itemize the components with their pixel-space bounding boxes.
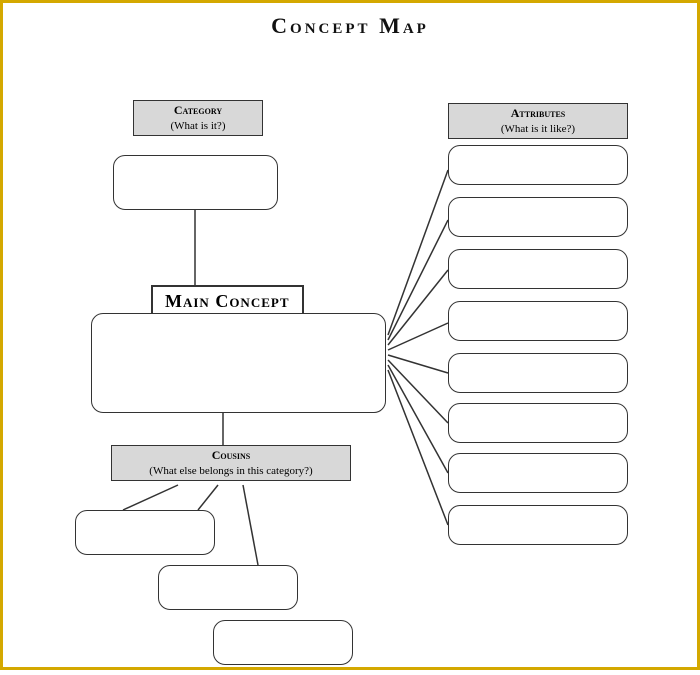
main-concept-box[interactable]	[91, 313, 386, 413]
attribute-box-6[interactable]	[448, 403, 628, 443]
cousin-box-1[interactable]	[75, 510, 215, 555]
attribute-box-7[interactable]	[448, 453, 628, 493]
cousin-box-3[interactable]	[213, 620, 353, 665]
attribute-box-2[interactable]	[448, 197, 628, 237]
attributes-label: Attributes (What is it like?)	[448, 103, 628, 139]
attribute-box-8[interactable]	[448, 505, 628, 545]
concept-map-container: Category (What is it?) Main Concept Attr…	[3, 45, 700, 675]
attribute-box-1[interactable]	[448, 145, 628, 185]
attribute-box-3[interactable]	[448, 249, 628, 289]
category-label: Category (What is it?)	[133, 100, 263, 136]
attribute-box-4[interactable]	[448, 301, 628, 341]
cousins-label: Cousins (What else belongs in this categ…	[111, 445, 351, 481]
cousin-box-2[interactable]	[158, 565, 298, 610]
page-title: Concept Map	[3, 3, 697, 45]
attribute-box-5[interactable]	[448, 353, 628, 393]
category-box[interactable]	[113, 155, 278, 210]
